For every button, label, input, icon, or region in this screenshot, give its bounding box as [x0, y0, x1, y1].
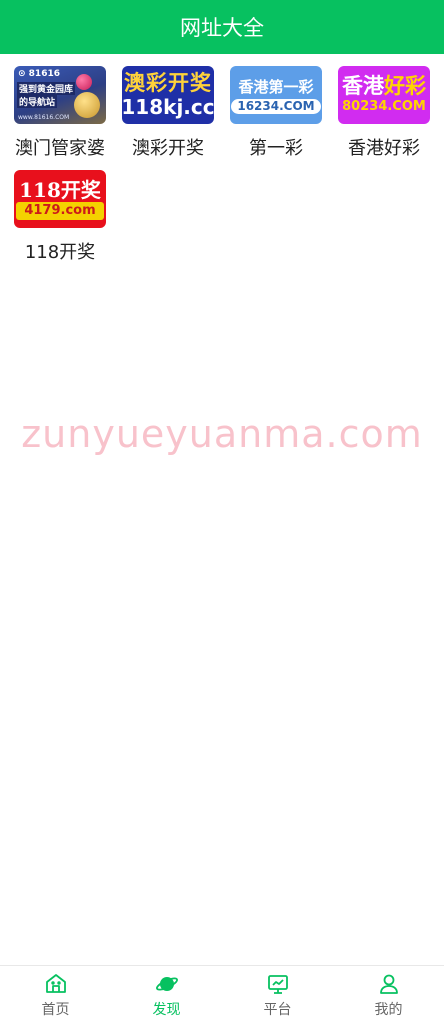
watermark: zunyueyuanma.com — [21, 412, 423, 456]
tab-label: 发现 — [152, 1001, 181, 1018]
site-tile-aocai-kaijiang[interactable]: 澳彩开奖 118kj.cc 澳彩开奖 — [118, 66, 218, 160]
site-tile-aomen-guanjiapo[interactable]: ⊙ 81616 强到黄金园库 的导航站 www.81616.COM 澳门管家婆 — [10, 66, 110, 160]
bottom-tab-bar: 首页 发现 平台 我的 — [0, 965, 444, 1024]
tab-platform[interactable]: 平台 — [222, 966, 333, 1024]
ball-icon — [76, 74, 92, 90]
planet-icon — [155, 976, 178, 991]
user-icon — [379, 974, 398, 994]
thumb-text: .com — [60, 203, 96, 218]
site-thumbnail: ⊙ 81616 强到黄金园库 的导航站 www.81616.COM — [14, 66, 106, 124]
tab-label: 我的 — [374, 1001, 403, 1018]
tab-me[interactable]: 我的 — [333, 966, 444, 1024]
tab-home[interactable]: 首页 — [0, 966, 111, 1024]
thumb-text: 好彩 — [384, 74, 426, 98]
tab-discover[interactable]: 发现 — [111, 966, 222, 1024]
top-header: 网址大全 — [0, 0, 444, 54]
site-tile-label: 香港好彩 — [348, 138, 420, 159]
coin-icon — [74, 92, 100, 118]
thumb-text: 香港 — [342, 74, 384, 98]
monitor-icon — [267, 974, 288, 994]
site-thumbnail: 118开奖 4179.com — [14, 170, 106, 228]
site-tile-118-kaijiang[interactable]: 118开奖 4179.com 118开奖 — [10, 170, 110, 264]
site-thumbnail: 香港好彩 80234.COM — [338, 66, 430, 124]
site-tile-label: 澳门管家婆 — [15, 138, 105, 159]
site-thumbnail: 澳彩开奖 118kj.cc — [122, 66, 214, 124]
tab-label: 平台 — [263, 1001, 292, 1018]
tab-label: 首页 — [41, 1001, 70, 1018]
page: 网址大全 ⊙ 81616 强到黄金园库 的导航站 www.81616.COM 澳… — [0, 0, 444, 1024]
page-title: 网址大全 — [180, 16, 264, 40]
site-tile-diyicai[interactable]: 香港第一彩 16234.COM 第一彩 — [226, 66, 326, 160]
site-tile-xianggang-haocai[interactable]: 香港好彩 80234.COM 香港好彩 — [334, 66, 434, 160]
site-tile-label: 118开奖 — [24, 242, 96, 263]
thumb-text: 4179 — [24, 203, 61, 218]
home-icon — [45, 973, 66, 993]
site-thumbnail: 香港第一彩 16234.COM — [230, 66, 322, 124]
site-tile-label: 澳彩开奖 — [132, 138, 204, 159]
site-tile-label: 第一彩 — [249, 138, 303, 159]
